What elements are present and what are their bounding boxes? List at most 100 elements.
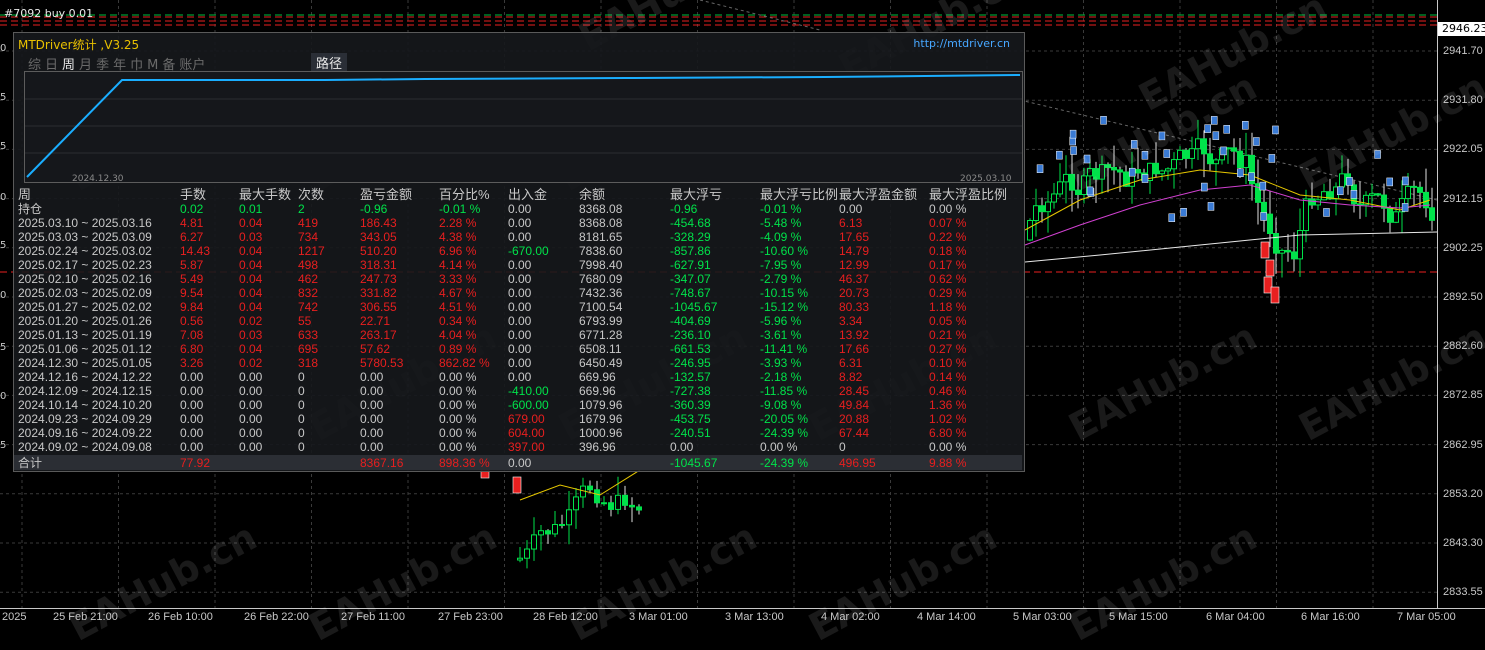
table-cell: -0.96 xyxy=(670,202,698,216)
table-cell: 0 xyxy=(298,398,305,412)
table-cell: 8367.16 xyxy=(360,456,404,470)
trade-marker xyxy=(1212,131,1220,140)
trade-marker xyxy=(1083,154,1091,164)
price-tick-label: 2872.85 xyxy=(1443,389,1483,402)
table-cell: -132.57 xyxy=(670,370,711,384)
table-cell: -5.96 % xyxy=(760,314,802,328)
table-cell: -670.00 xyxy=(508,244,549,258)
path-button[interactable]: 路径 xyxy=(311,53,348,72)
price-tick-label: 2843.30 xyxy=(1443,537,1483,549)
trade-marker xyxy=(1036,164,1044,173)
table-cell: 2025.02.24 ~ 2025.03.02 xyxy=(18,244,152,258)
trade-marker xyxy=(1141,151,1149,160)
trade-marker xyxy=(1223,125,1230,134)
table-header-cell: 最大浮亏比例 xyxy=(760,187,839,202)
table-cell: 1217 xyxy=(298,244,325,258)
candle-body xyxy=(622,494,628,506)
table-cell: 0.00 xyxy=(508,216,532,230)
candle-body xyxy=(1033,205,1039,222)
trade-marker xyxy=(1272,125,1279,135)
table-cell: -24.39 % xyxy=(760,456,809,470)
table-cell: 0.00 % xyxy=(439,370,477,384)
price-tick-label: 2833.55 xyxy=(1443,586,1483,599)
table-cell: 0.02 xyxy=(239,356,263,370)
price-tick-label: 2862.95 xyxy=(1443,438,1483,451)
table-cell: 0.00 xyxy=(360,412,384,426)
candle-body xyxy=(1273,233,1279,254)
trade-marker xyxy=(1402,176,1409,186)
left-edge-label: 0 xyxy=(0,290,7,301)
candle-body xyxy=(1279,249,1285,254)
table-cell: 0.00 xyxy=(508,286,532,300)
trade-marker xyxy=(1253,137,1260,146)
trade-marker xyxy=(1401,203,1409,212)
table-cell: 1.18 % xyxy=(929,300,967,314)
table-cell: 0.18 % xyxy=(929,244,967,258)
table-cell: 0.00 % xyxy=(929,202,967,216)
table-cell: 0.00 xyxy=(360,426,384,440)
left-edge-label: 5 xyxy=(0,342,7,353)
table-cell: 247.73 xyxy=(360,272,397,286)
table-cell: -627.91 xyxy=(670,258,711,272)
table-cell: 0.00 xyxy=(508,370,532,384)
trade-marker xyxy=(1237,168,1244,177)
table-cell: 0.03 xyxy=(239,328,263,342)
panel-url-link[interactable]: http://mtdriver.cn xyxy=(913,37,1010,50)
table-cell: 0.00 % xyxy=(929,440,967,454)
table-cell: 0.00 xyxy=(508,356,532,370)
table-cell: 633 xyxy=(298,328,319,342)
table-cell: 0.01 xyxy=(239,202,263,216)
table-cell: 2025.01.13 ~ 2025.01.19 xyxy=(18,328,152,342)
table-cell: 742 xyxy=(298,300,319,314)
trade-marker xyxy=(1259,181,1267,191)
candle-body xyxy=(1285,249,1291,253)
table-cell: -661.53 xyxy=(670,342,711,356)
table-cell: 77.92 xyxy=(180,456,211,470)
table-cell: -11.41 % xyxy=(760,342,808,356)
table-cell: 持仓 xyxy=(18,202,43,216)
table-cell: 1679.96 xyxy=(579,412,623,426)
table-cell: -246.95 xyxy=(670,356,711,370)
equity-end-date: 2025.03.10 xyxy=(960,174,1012,184)
table-cell: 0 xyxy=(298,440,305,454)
table-cell: 6.80 % xyxy=(929,426,967,440)
table-cell: 0.04 xyxy=(239,258,263,272)
table-cell: 0.00 xyxy=(508,202,532,216)
table-cell: 7998.40 xyxy=(579,258,623,272)
price-tick-label: 2941.70 xyxy=(1443,45,1483,57)
table-cell: 0.14 % xyxy=(929,370,967,384)
trade-marker xyxy=(1204,124,1211,133)
candle-body xyxy=(608,502,614,510)
table-cell: 734 xyxy=(298,230,319,244)
left-edge-label: 5 xyxy=(0,240,7,251)
table-cell: 4.14 % xyxy=(439,258,477,272)
candle-body xyxy=(587,485,593,491)
trade-marker xyxy=(1346,177,1353,186)
price-axis[interactable] xyxy=(1437,0,1485,608)
table-cell: 4.51 % xyxy=(439,300,477,314)
price-tick-label: 2853.20 xyxy=(1443,487,1483,500)
table-cell: 6771.28 xyxy=(579,328,623,342)
table-cell: 832 xyxy=(298,286,319,300)
table-cell: 17.65 xyxy=(839,230,870,244)
candle-body xyxy=(1069,173,1075,191)
candle-body xyxy=(1267,213,1273,235)
panel-title: MTDriver统计 ,V3.25 xyxy=(18,38,140,52)
candle-body xyxy=(629,504,635,508)
candle-body xyxy=(1177,149,1183,161)
table-cell: 2025.01.06 ~ 2025.01.12 xyxy=(18,342,152,356)
table-cell: 2024.09.16 ~ 2024.09.22 xyxy=(18,426,152,440)
price-tick-label: 2882.60 xyxy=(1443,340,1483,353)
trade-marker xyxy=(1168,213,1176,222)
table-header-cell: 盈亏金额 xyxy=(360,187,413,202)
table-cell: 55 xyxy=(298,314,312,328)
time-tick-label: 4 Mar 14:00 xyxy=(917,611,976,623)
trade-marker xyxy=(1207,202,1215,211)
candle-body xyxy=(594,489,600,504)
table-cell: 2024.12.30 ~ 2025.01.05 xyxy=(18,356,152,370)
table-cell: 0.34 % xyxy=(439,314,477,328)
candle-body xyxy=(1111,166,1117,171)
table-cell: 498 xyxy=(298,258,319,272)
stats-panel[interactable]: MTDriver统计 ,V3.25 http://mtdriver.cn 综日周… xyxy=(13,32,1025,472)
table-cell: 1000.96 xyxy=(579,426,623,440)
